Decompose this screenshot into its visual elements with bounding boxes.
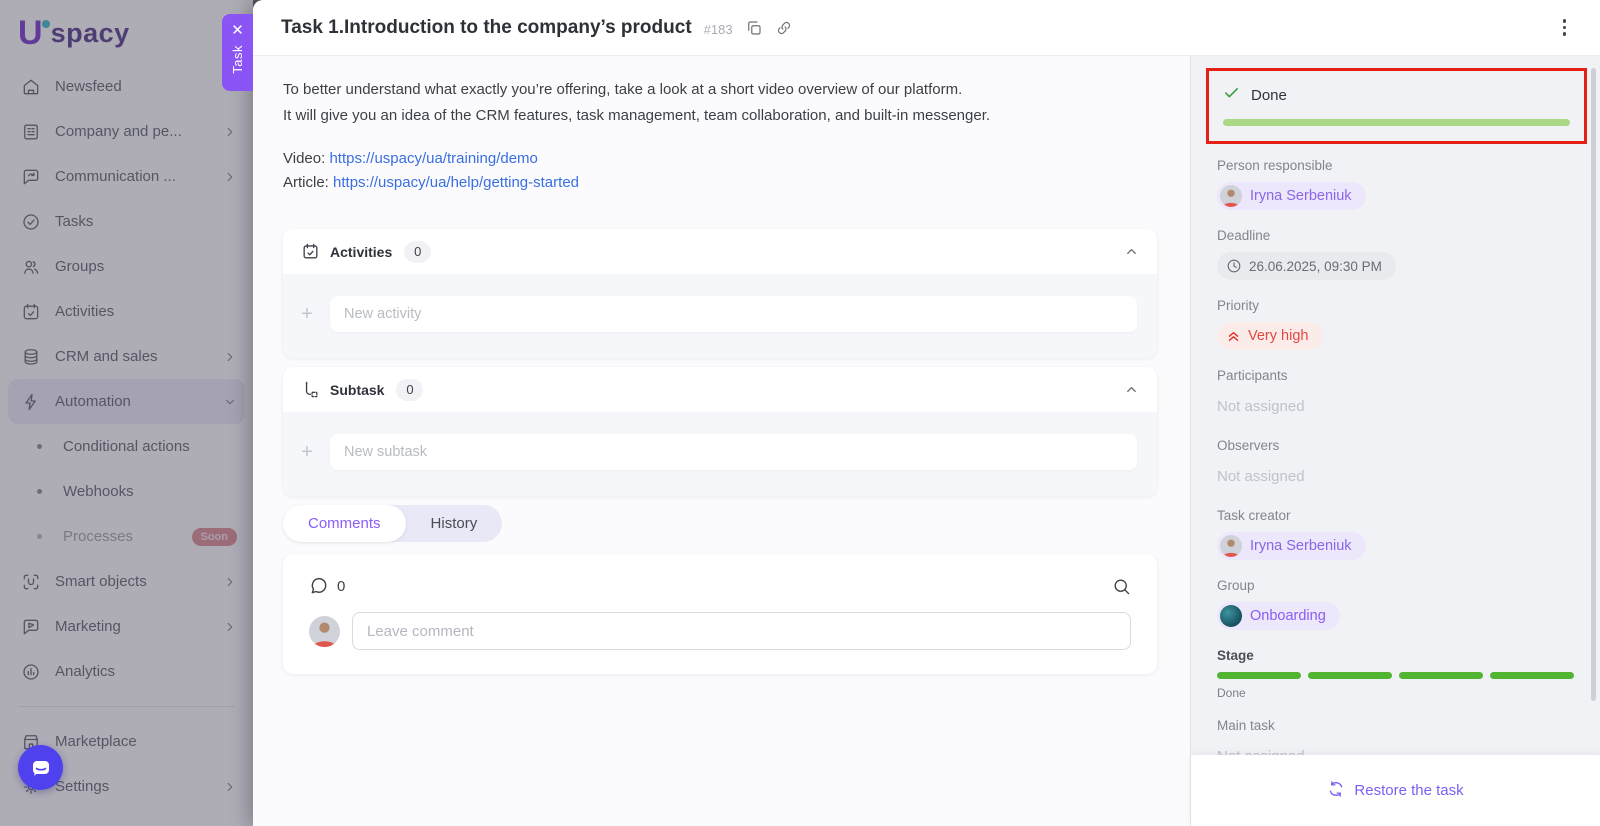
field-person-responsible: Person responsible Iryna Serbeniuk	[1217, 158, 1574, 210]
subtask-count-badge: 0	[396, 379, 423, 401]
task-main-column: To better understand what exactly you’re…	[253, 56, 1190, 826]
field-group: Group Onboarding	[1217, 578, 1574, 630]
comments-count: 0	[337, 578, 345, 595]
detail-fields: Person responsible Iryna Serbeniuk Deadlin…	[1191, 158, 1600, 770]
field-value: Iryna Serbeniuk	[1217, 182, 1574, 210]
collapse-activities-icon[interactable]	[1124, 244, 1139, 259]
status-progress-bar	[1223, 119, 1570, 126]
chat-bubble-icon	[29, 756, 53, 780]
copy-icon[interactable]	[745, 19, 763, 37]
tab-history[interactable]: History	[406, 505, 503, 542]
field-label: Group	[1217, 578, 1574, 593]
task-header: Task 1.Introduction to the company’s pro…	[253, 0, 1600, 56]
field-stage: Stage Done	[1217, 648, 1574, 700]
link-icon[interactable]	[775, 19, 793, 37]
field-value: Done	[1217, 672, 1574, 700]
task-links: Video: https://uspacy/ua/training/demo A…	[283, 147, 1157, 195]
restore-icon	[1327, 780, 1345, 802]
comments-history-tabs: Comments History	[283, 505, 502, 542]
page-title: Task 1.Introduction to the company’s pro…	[281, 17, 692, 39]
status-label[interactable]: Done	[1251, 87, 1287, 104]
restore-bar: Restore the task	[1191, 755, 1600, 826]
comment-bubble-icon	[309, 576, 329, 596]
new-activity-input[interactable]	[330, 296, 1137, 332]
field-label: Stage	[1217, 648, 1574, 663]
person-pill[interactable]: Iryna Serbeniuk	[1217, 532, 1366, 560]
subtask-section: Subtask 0 +	[283, 367, 1157, 496]
search-icon[interactable]	[1112, 577, 1131, 596]
field-label: Participants	[1217, 368, 1574, 383]
restore-task-button[interactable]: Restore the task	[1327, 780, 1463, 802]
field-value: Onboarding	[1217, 602, 1574, 630]
task-details-sidebar: Done Person responsible Iryna Serbeniuk De…	[1190, 56, 1600, 826]
field-label: Priority	[1217, 298, 1574, 313]
video-link[interactable]: https://uspacy/ua/training/demo	[329, 150, 537, 167]
stage-caption: Done	[1217, 686, 1574, 700]
field-priority: Priority Very high	[1217, 298, 1574, 350]
field-value: Not assigned	[1217, 392, 1574, 420]
tab-comments[interactable]: Comments	[283, 505, 406, 542]
field-label: Person responsible	[1217, 158, 1574, 173]
user-avatar	[309, 616, 340, 647]
check-icon	[1223, 84, 1240, 106]
task-detail-panel: Task 1.Introduction to the company’s pro…	[253, 0, 1600, 826]
field-value: Not assigned	[1217, 462, 1574, 490]
priority-up-icon	[1226, 329, 1241, 344]
not-assigned-text: Not assigned	[1217, 398, 1305, 415]
activities-title: Activities	[330, 244, 392, 260]
person-pill[interactable]: Iryna Serbeniuk	[1217, 182, 1366, 210]
deadline-pill[interactable]: 26.06.2025, 09:30 PM	[1217, 252, 1396, 280]
comment-input[interactable]	[352, 612, 1131, 650]
sidebar-dim-overlay	[0, 0, 253, 826]
person-avatar	[1220, 535, 1242, 557]
field-label: Task creator	[1217, 508, 1574, 523]
support-chat-button[interactable]	[18, 745, 63, 790]
subtask-title: Subtask	[330, 382, 384, 398]
field-value: 26.06.2025, 09:30 PM	[1217, 252, 1574, 280]
task-slideover-tab[interactable]: ✕ Task	[222, 14, 253, 91]
status-annotation-box: Done	[1206, 68, 1587, 144]
field-deadline: Deadline 26.06.2025, 09:30 PM	[1217, 228, 1574, 280]
plus-icon[interactable]: +	[297, 442, 317, 462]
task-id: #183	[704, 22, 733, 37]
stage-progress[interactable]	[1217, 672, 1574, 679]
collapse-subtask-icon[interactable]	[1124, 382, 1139, 397]
activities-count-badge: 0	[404, 241, 431, 263]
field-participants: Participants Not assigned	[1217, 368, 1574, 420]
close-icon[interactable]: ✕	[231, 23, 244, 38]
group-avatar	[1220, 605, 1242, 627]
priority-pill[interactable]: Very high	[1217, 322, 1323, 350]
plus-icon[interactable]: +	[297, 304, 317, 324]
activities-section: Activities 0 +	[283, 229, 1157, 358]
new-subtask-input[interactable]	[330, 434, 1137, 470]
field-value: Iryna Serbeniuk	[1217, 532, 1574, 560]
comments-section: 0	[283, 554, 1157, 674]
subtask-branch-icon	[301, 380, 320, 399]
field-label: Observers	[1217, 438, 1574, 453]
details-scrollbar[interactable]	[1591, 68, 1596, 701]
task-description: To better understand what exactly you’re…	[283, 77, 1157, 129]
not-assigned-text: Not assigned	[1217, 468, 1305, 485]
calendar-check-icon	[301, 242, 320, 261]
task-tab-label: Task	[230, 45, 245, 74]
field-task-creator: Task creator Iryna Serbeniuk	[1217, 508, 1574, 560]
clock-icon	[1226, 258, 1242, 274]
field-observers: Observers Not assigned	[1217, 438, 1574, 490]
group-pill[interactable]: Onboarding	[1217, 602, 1340, 630]
article-link[interactable]: https://uspacy/ua/help/getting-started	[333, 174, 579, 191]
more-menu-icon[interactable]	[1557, 13, 1573, 42]
field-value: Very high	[1217, 322, 1574, 350]
person-avatar	[1220, 185, 1242, 207]
field-label: Deadline	[1217, 228, 1574, 243]
field-label: Main task	[1217, 718, 1574, 733]
